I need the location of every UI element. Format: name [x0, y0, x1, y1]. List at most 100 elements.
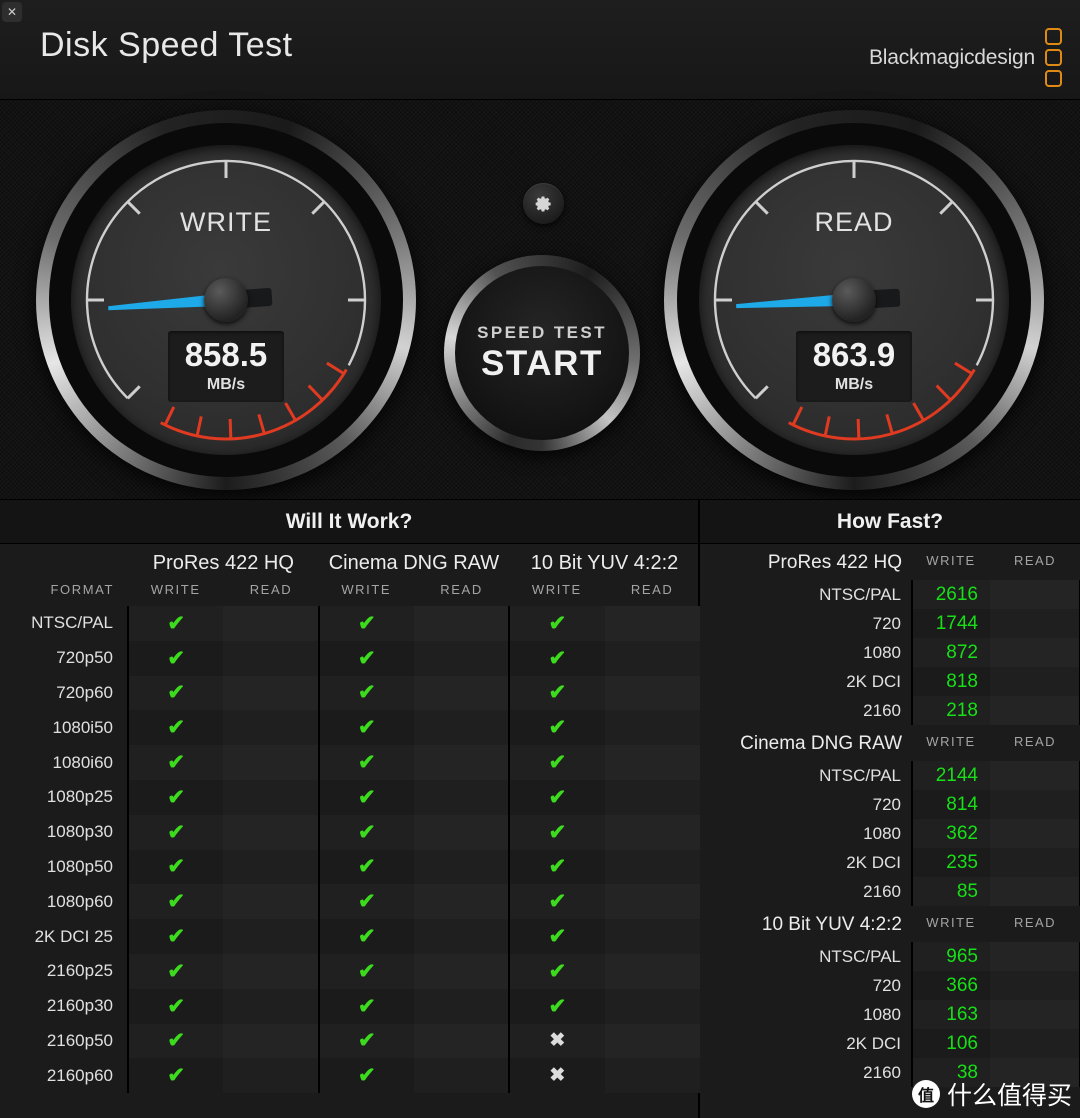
supported-check-icon: ✔	[317, 884, 414, 920]
read-value: 863.9	[812, 336, 896, 373]
resolution-label: 2K DCI	[846, 671, 901, 691]
write-subheader: WRITE	[531, 581, 582, 597]
read-gauge-bezel: READ 863.9 MB/s	[677, 123, 1031, 477]
empty-cell	[413, 675, 510, 711]
write-speed-value: 362	[911, 819, 990, 848]
write-gauge-hub	[204, 278, 248, 322]
app-header: Disk Speed Test Blackmagicdesign	[0, 0, 1080, 100]
supported-check-icon: ✔	[126, 745, 224, 780]
format-label: 2160p60	[46, 1065, 113, 1085]
supported-check-icon: ✔	[317, 779, 414, 815]
empty-cell	[413, 745, 510, 780]
read-subheader: READ	[1013, 552, 1057, 568]
empty-cell	[413, 1058, 510, 1094]
supported-check-icon: ✔	[317, 953, 414, 989]
codec-header: Cinema DNG RAW	[740, 733, 902, 754]
gauge-panel: WRITE 858.5 MB/s READ 863.9 MB/s SPEED T…	[0, 100, 1080, 500]
empty-cell	[223, 849, 319, 885]
empty-cell	[604, 884, 700, 920]
empty-cell	[413, 953, 510, 989]
table-row: 1080p60 ✔ ✔ ✔	[0, 884, 700, 920]
codec-header: Cinema DNG RAW	[328, 551, 500, 574]
empty-cell	[413, 640, 510, 676]
group-header-row: 10 Bit YUV 4:2:2 WRITE READ	[700, 906, 1080, 942]
supported-check-icon: ✔	[317, 919, 414, 954]
results-area: Will It Work? ProRes 422 HQ Cinema DNG R…	[0, 500, 1080, 1118]
supported-check-icon: ✔	[508, 779, 605, 815]
empty-cell	[223, 953, 319, 989]
supported-check-icon: ✔	[126, 640, 224, 676]
empty-cell	[604, 953, 700, 989]
empty-cell	[223, 779, 319, 815]
write-speed-value: 235	[911, 848, 990, 877]
table-row: 1080 872	[700, 638, 1080, 667]
empty-cell	[223, 1058, 319, 1094]
empty-cell	[223, 1023, 319, 1059]
write-speed-value: 1744	[911, 609, 990, 638]
watermark-text: 什么值得买	[946, 1081, 1072, 1110]
supported-check-icon: ✔	[126, 953, 224, 989]
write-readout: 858.5 MB/s	[168, 331, 284, 402]
table-row: 2160p25 ✔ ✔ ✔	[0, 953, 700, 989]
write-subheader: WRITE	[926, 914, 976, 930]
supported-check-icon: ✔	[508, 919, 605, 954]
read-gauge: READ 863.9 MB/s	[664, 110, 1044, 490]
empty-cell	[604, 988, 700, 1024]
supported-check-icon: ✔	[126, 606, 224, 641]
start-button-face: SPEED TEST START	[455, 266, 629, 440]
empty-cell	[413, 1023, 510, 1059]
empty-cell	[604, 710, 700, 746]
resolution-label: 1080	[863, 642, 901, 662]
supported-check-icon: ✔	[317, 710, 414, 746]
will-it-work-panel: Will It Work? ProRes 422 HQ Cinema DNG R…	[0, 500, 700, 1118]
resolution-label: 720	[872, 975, 901, 995]
table-row: NTSC/PAL 2616	[700, 580, 1080, 609]
how-fast-panel: How Fast? ProRes 422 HQ WRITE READ NTSC/PAL…	[700, 500, 1080, 1118]
supported-check-icon: ✔	[508, 640, 605, 676]
table-row: 1080 362	[700, 819, 1080, 848]
codec-header: ProRes 422 HQ	[152, 551, 294, 574]
supported-check-icon: ✔	[126, 779, 224, 815]
brand-logo-group: Blackmagicdesign	[869, 28, 1062, 87]
window-close-button[interactable]: ✕	[2, 2, 22, 22]
empty-cell	[413, 710, 510, 746]
empty-cell	[604, 1058, 700, 1094]
format-label: 720p50	[56, 648, 113, 668]
empty-cell	[604, 606, 700, 641]
supported-check-icon: ✔	[317, 606, 414, 641]
resolution-label: 2K DCI	[846, 852, 901, 872]
speed-test-start-button[interactable]: SPEED TEST START	[444, 255, 640, 451]
table-row: 2K DCI 818	[700, 667, 1080, 696]
subheader-row: FORMAT WRITE READ WRITE READ WRITE READ	[0, 578, 700, 606]
resolution-label: 2160	[863, 1062, 901, 1082]
resolution-label: 1080	[863, 1004, 901, 1024]
will-it-work-table: ProRes 422 HQ Cinema DNG RAW 10 Bit YUV …	[0, 544, 700, 1094]
resolution-label: 1080	[863, 823, 901, 843]
table-row: 2160 85	[700, 877, 1080, 906]
write-speed-value: 2144	[911, 761, 990, 790]
supported-check-icon: ✔	[508, 675, 605, 711]
page-title: Disk Speed Test	[40, 26, 293, 64]
write-speed-value: 965	[911, 942, 990, 971]
write-gauge-bezel: WRITE 858.5 MB/s	[49, 123, 403, 477]
read-speed-value	[990, 638, 1080, 667]
empty-cell	[604, 675, 700, 711]
supported-check-icon: ✔	[508, 606, 605, 641]
how-fast-title: How Fast?	[700, 500, 1080, 544]
table-row: 2K DCI 25 ✔ ✔ ✔	[0, 919, 700, 954]
blackmagic-squares-icon	[1045, 28, 1062, 87]
empty-cell	[413, 919, 510, 954]
group-header-row: Cinema DNG RAW WRITE READ	[700, 725, 1080, 761]
resolution-label: NTSC/PAL	[819, 765, 901, 785]
write-speed-value: 814	[911, 790, 990, 819]
codec-header-row: ProRes 422 HQ Cinema DNG RAW 10 Bit YUV …	[0, 544, 700, 578]
table-row: 720 1744	[700, 609, 1080, 638]
write-speed-value: 366	[911, 971, 990, 1000]
table-row: 1080p50 ✔ ✔ ✔	[0, 849, 700, 885]
read-speed-value	[990, 1000, 1080, 1029]
settings-button[interactable]	[523, 183, 564, 224]
read-speed-value	[990, 580, 1080, 609]
write-subheader: WRITE	[926, 552, 976, 568]
read-speed-value	[990, 848, 1080, 877]
empty-cell	[223, 919, 319, 954]
